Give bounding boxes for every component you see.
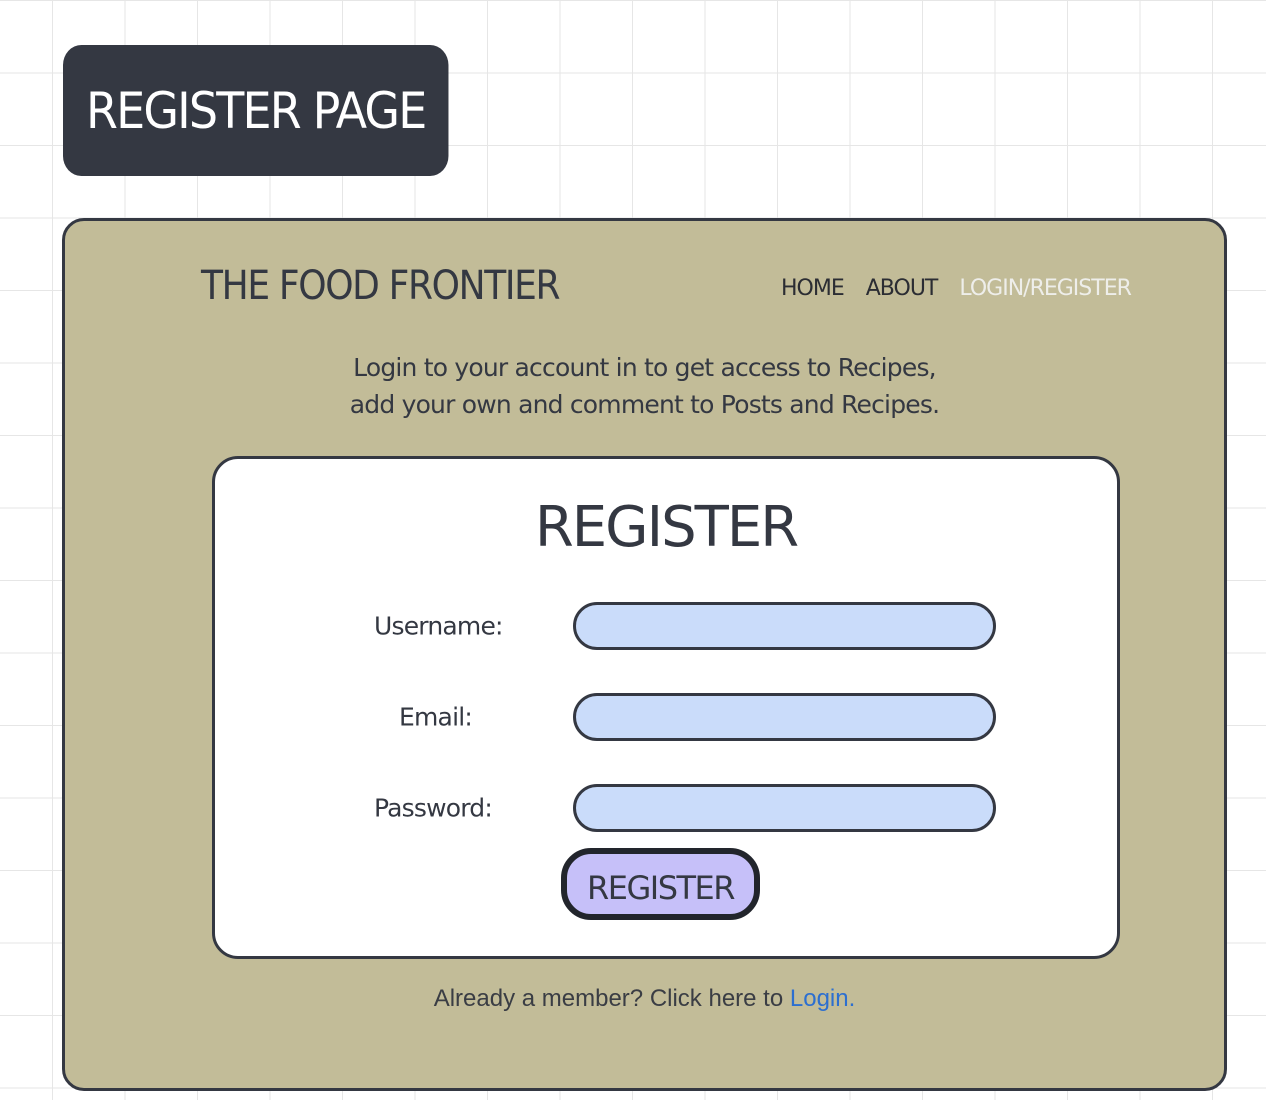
login-prompt-text: Already a member? Click here to: [433, 985, 790, 1012]
email-row: Email:: [215, 693, 1117, 741]
nav-item-login-register[interactable]: LOGIN/REGISTER: [959, 276, 1132, 301]
username-row: Username:: [215, 602, 1117, 650]
page-tag: REGISTER PAGE: [63, 45, 449, 176]
email-input[interactable]: [573, 693, 996, 741]
login-prompt: Already a member? Click here to Login.: [65, 985, 1224, 1013]
register-button[interactable]: REGISTER: [561, 848, 760, 920]
intro-line-2: add your own and comment to Posts and Re…: [349, 390, 940, 419]
password-row: Password:: [215, 784, 1117, 832]
username-label: Username:: [374, 611, 503, 641]
password-label: Password:: [374, 793, 493, 823]
intro-line-1: Login to your account in to get access t…: [353, 353, 937, 382]
site-brand: THE FOOD FRONTIER: [201, 263, 561, 309]
email-label: Email:: [399, 702, 473, 732]
nav-item-home[interactable]: HOME: [781, 276, 845, 301]
nav-item-about[interactable]: ABOUT: [866, 276, 939, 301]
intro-text: Login to your account in to get access t…: [65, 349, 1224, 423]
register-form-card: REGISTER Username: Email: Password: REGI…: [212, 456, 1120, 959]
password-input[interactable]: [573, 784, 996, 832]
login-link[interactable]: Login.: [790, 985, 855, 1012]
app-window: THE FOOD FRONTIER HOME ABOUT LOGIN/REGIS…: [62, 218, 1227, 1091]
username-input[interactable]: [573, 602, 996, 650]
main-nav: HOME ABOUT LOGIN/REGISTER: [781, 276, 1132, 301]
page-tag-label: REGISTER PAGE: [86, 81, 427, 140]
form-title: REGISTER: [534, 495, 799, 560]
